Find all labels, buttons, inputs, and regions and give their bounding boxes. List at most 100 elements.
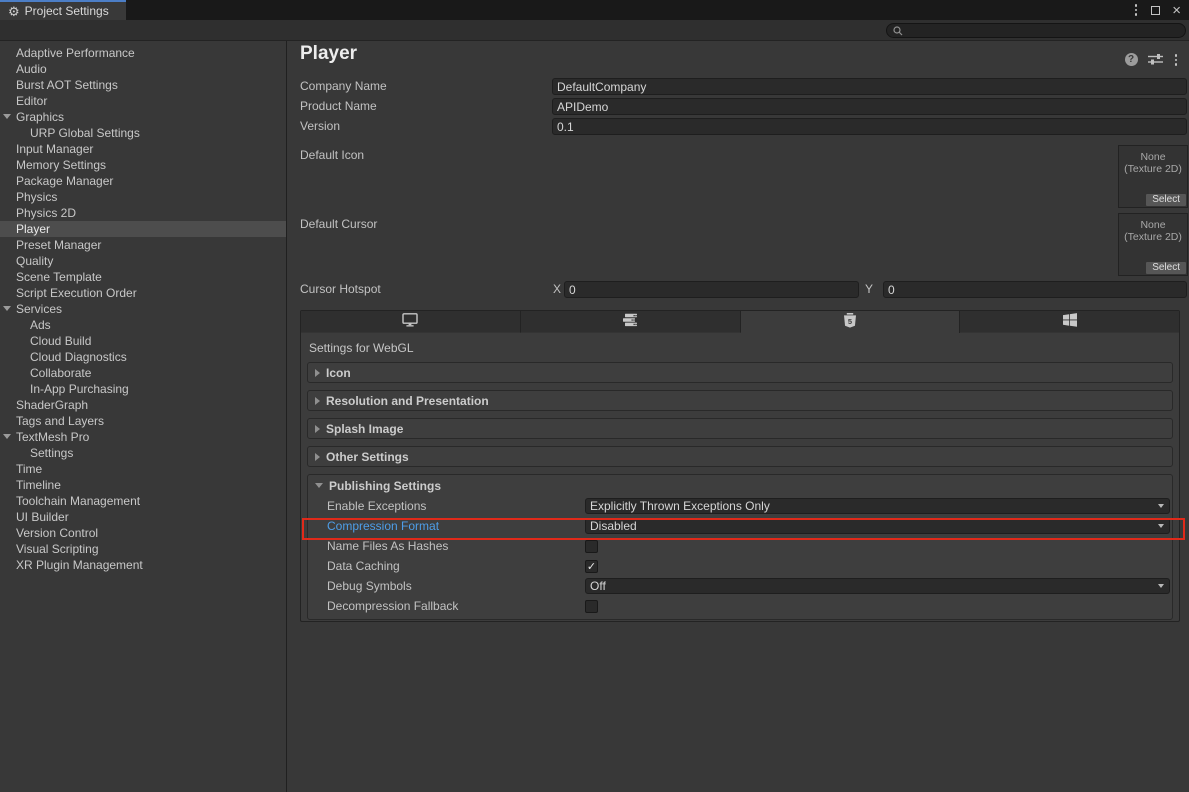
html5-icon: 5 — [844, 313, 856, 331]
decompression-fallback-checkbox[interactable] — [585, 600, 598, 613]
enable-exceptions-dropdown[interactable]: Explicitly Thrown Exceptions Only — [585, 498, 1170, 514]
section-splash-image[interactable]: Splash Image — [307, 418, 1173, 439]
sidebar-item-editor[interactable]: Editor — [0, 93, 286, 109]
product-name-label: Product Name — [300, 98, 377, 115]
sidebar-item-label: Preset Manager — [0, 237, 101, 253]
sidebar-item-label: Burst AOT Settings — [0, 77, 118, 93]
sidebar-item-label: Tags and Layers — [0, 413, 104, 429]
platform-tab-dedicated-server[interactable] — [521, 311, 741, 333]
sidebar-item-label: Settings — [0, 445, 73, 461]
expand-caret-icon[interactable] — [3, 434, 11, 439]
sidebar-item-label: Version Control — [0, 525, 98, 541]
dropdown-caret-icon — [1158, 584, 1164, 588]
dropdown-value: Off — [590, 579, 606, 593]
setting-label: Data Caching — [327, 559, 585, 573]
sidebar-item-package-manager[interactable]: Package Manager — [0, 173, 286, 189]
debug-symbols-dropdown[interactable]: Off — [585, 578, 1170, 594]
sidebar-item-time[interactable]: Time — [0, 461, 286, 477]
compression-format-dropdown[interactable]: Disabled — [585, 518, 1170, 534]
sidebar-item-script-execution-order[interactable]: Script Execution Order — [0, 285, 286, 301]
platform-tab-standalone[interactable] — [301, 311, 521, 333]
hotspot-x-input[interactable] — [564, 281, 859, 298]
default-icon-picker[interactable]: None (Texture 2D) Select — [1118, 145, 1188, 208]
sidebar-item-in-app-purchasing[interactable]: In-App Purchasing — [0, 381, 286, 397]
dropdown-caret-icon — [1158, 524, 1164, 528]
sidebar-item-shadergraph[interactable]: ShaderGraph — [0, 397, 286, 413]
sidebar-item-audio[interactable]: Audio — [0, 61, 286, 77]
data-caching-checkbox[interactable]: ✓ — [585, 560, 598, 573]
sidebar-item-label: Timeline — [0, 477, 61, 493]
cursor-hotspot-label: Cursor Hotspot — [300, 281, 381, 298]
search-input[interactable] — [907, 25, 1179, 37]
section-other-settings[interactable]: Other Settings — [307, 446, 1173, 467]
version-input[interactable] — [552, 118, 1187, 135]
page-title: Player — [300, 43, 357, 65]
settings-sections: Icon Resolution and Presentation Splash Im… — [301, 362, 1179, 620]
setting-label: Name Files As Hashes — [327, 539, 585, 553]
sidebar-item-label: Player — [0, 221, 50, 237]
name-files-as-hashes-checkbox[interactable] — [585, 540, 598, 553]
setting-row-compression-format: Compression FormatDisabled — [308, 516, 1172, 536]
sidebar-item-settings[interactable]: Settings — [0, 445, 286, 461]
default-icon-select-button[interactable]: Select — [1146, 194, 1186, 206]
sidebar-item-cloud-diagnostics[interactable]: Cloud Diagnostics — [0, 349, 286, 365]
sidebar-item-xr-plugin-management[interactable]: XR Plugin Management — [0, 557, 286, 573]
sidebar-item-graphics[interactable]: Graphics — [0, 109, 286, 125]
maximize-button[interactable] — [1151, 6, 1160, 15]
section-label: Publishing Settings — [329, 479, 441, 493]
sidebar-item-tags-and-layers[interactable]: Tags and Layers — [0, 413, 286, 429]
sidebar-item-scene-template[interactable]: Scene Template — [0, 269, 286, 285]
company-name-input[interactable] — [552, 78, 1187, 95]
section-header-publishing-settings[interactable]: Publishing Settings — [308, 475, 1172, 496]
default-cursor-picker[interactable]: None (Texture 2D) Select — [1118, 213, 1188, 276]
sidebar-item-timeline[interactable]: Timeline — [0, 477, 286, 493]
close-button[interactable]: × — [1172, 3, 1181, 18]
collapsed-caret-icon — [315, 453, 320, 461]
sidebar-item-collaborate[interactable]: Collaborate — [0, 365, 286, 381]
more-options-icon[interactable] — [1173, 52, 1180, 68]
section-icon[interactable]: Icon — [307, 362, 1173, 383]
platform-settings-box: 5 Settings for WebGL IconResolution and … — [300, 310, 1180, 622]
help-icon[interactable]: ? — [1125, 53, 1138, 66]
sidebar-item-input-manager[interactable]: Input Manager — [0, 141, 286, 157]
expanded-caret-icon — [315, 483, 323, 488]
sidebar-item-burst-aot-settings[interactable]: Burst AOT Settings — [0, 77, 286, 93]
player-panel: Player ? Company Name Product Name Versi… — [287, 41, 1189, 792]
project-settings-tab[interactable]: ⚙ Project Settings — [0, 0, 126, 20]
platform-tab-windows-store[interactable] — [960, 311, 1179, 333]
product-name-input[interactable] — [552, 98, 1187, 115]
hotspot-y-input[interactable] — [883, 281, 1187, 298]
sidebar-item-label: Cloud Diagnostics — [0, 349, 127, 365]
expand-caret-icon[interactable] — [3, 306, 11, 311]
header-icons: ? — [1125, 52, 1180, 68]
section-resolution-and-presentation[interactable]: Resolution and Presentation — [307, 390, 1173, 411]
expand-caret-icon[interactable] — [3, 114, 11, 119]
sidebar-item-ads[interactable]: Ads — [0, 317, 286, 333]
sidebar-item-cloud-build[interactable]: Cloud Build — [0, 333, 286, 349]
sidebar-item-version-control[interactable]: Version Control — [0, 525, 286, 541]
sidebar-item-toolchain-management[interactable]: Toolchain Management — [0, 493, 286, 509]
sidebar-item-visual-scripting[interactable]: Visual Scripting — [0, 541, 286, 557]
sidebar-item-player[interactable]: Player — [0, 221, 286, 237]
presets-icon[interactable] — [1148, 53, 1163, 66]
sidebar-item-physics[interactable]: Physics — [0, 189, 286, 205]
sidebar-item-physics-2d[interactable]: Physics 2D — [0, 205, 286, 221]
sidebar-item-urp-global-settings[interactable]: URP Global Settings — [0, 125, 286, 141]
platform-tab-webgl[interactable]: 5 — [741, 311, 961, 333]
default-cursor-select-button[interactable]: Select — [1146, 262, 1186, 274]
monitor-icon — [402, 313, 418, 330]
setting-row-name-files-as-hashes: Name Files As Hashes — [308, 536, 1172, 556]
sidebar-item-preset-manager[interactable]: Preset Manager — [0, 237, 286, 253]
dropdown-value: Explicitly Thrown Exceptions Only — [590, 499, 770, 513]
window-menu-button[interactable] — [1133, 2, 1140, 18]
sidebar-item-label: Scene Template — [0, 269, 102, 285]
sidebar-item-label: UI Builder — [0, 509, 69, 525]
sidebar-item-services[interactable]: Services — [0, 301, 286, 317]
dropdown-caret-icon — [1158, 504, 1164, 508]
sidebar-item-quality[interactable]: Quality — [0, 253, 286, 269]
sidebar-item-memory-settings[interactable]: Memory Settings — [0, 157, 286, 173]
sidebar-item-ui-builder[interactable]: UI Builder — [0, 509, 286, 525]
sidebar-item-adaptive-performance[interactable]: Adaptive Performance — [0, 45, 286, 61]
sidebar-item-textmesh-pro[interactable]: TextMesh Pro — [0, 429, 286, 445]
sidebar-item-label: URP Global Settings — [0, 125, 140, 141]
